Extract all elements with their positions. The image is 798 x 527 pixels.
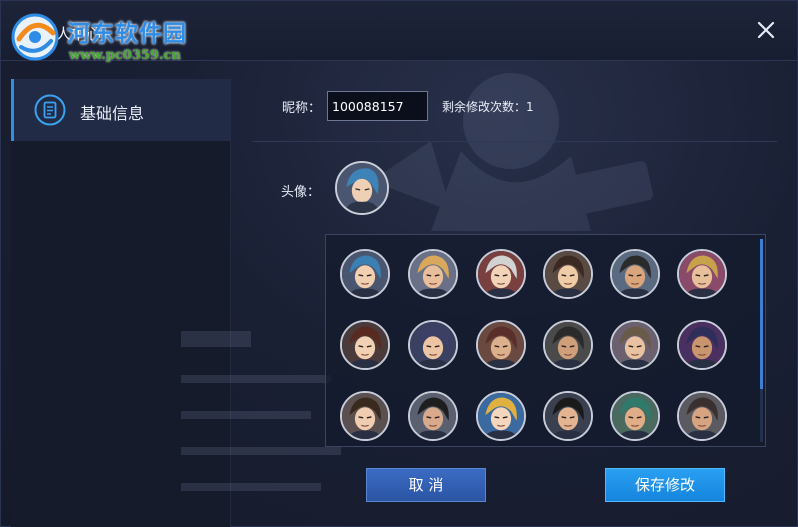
avatar-label: 头像： [281, 185, 321, 200]
avatar-option[interactable] [610, 391, 660, 441]
avatar-portrait [478, 393, 524, 439]
nickname-input[interactable] [327, 91, 428, 121]
sidebar: 基础信息 [11, 79, 231, 527]
nickname-label: 昵称： [282, 101, 322, 116]
avatar-portrait [545, 322, 591, 368]
avatar-portrait [342, 322, 388, 368]
avatar-option[interactable] [677, 320, 727, 370]
avatar-portrait [545, 393, 591, 439]
dialog-title: 个人中心 [41, 25, 102, 43]
avatar-portrait [679, 322, 725, 368]
avatar-option[interactable] [408, 249, 458, 299]
avatar-option[interactable] [408, 320, 458, 370]
avatar-option[interactable] [610, 249, 660, 299]
close-icon[interactable] [755, 19, 777, 41]
remaining-edits-text: 剩余修改次数：1 [442, 100, 534, 114]
current-avatar [335, 161, 389, 215]
avatar-portrait [410, 393, 456, 439]
scrollbar-thumb[interactable] [760, 239, 763, 389]
avatar-option[interactable] [610, 320, 660, 370]
avatar-portrait [612, 322, 658, 368]
avatar-portrait [679, 393, 725, 439]
sidebar-item-basic-info[interactable]: 基础信息 [11, 79, 231, 141]
avatar-option[interactable] [677, 391, 727, 441]
avatar-grid [325, 234, 766, 447]
title-bar: 个人中心 [1, 1, 797, 61]
avatar-portrait [679, 251, 725, 297]
avatar-option[interactable] [543, 320, 593, 370]
avatar-option[interactable] [476, 391, 526, 441]
avatar-option[interactable] [340, 249, 390, 299]
avatar-option[interactable] [677, 249, 727, 299]
save-button[interactable]: 保存修改 [605, 468, 725, 502]
avatar-portrait [342, 251, 388, 297]
avatar-portrait [410, 251, 456, 297]
divider [252, 141, 777, 142]
avatar-option[interactable] [476, 249, 526, 299]
avatar-option[interactable] [543, 391, 593, 441]
avatar-portrait [478, 322, 524, 368]
avatar-option[interactable] [476, 320, 526, 370]
avatar-portrait [612, 393, 658, 439]
avatar-option[interactable] [340, 320, 390, 370]
avatar-option[interactable] [340, 391, 390, 441]
avatar-portrait [545, 251, 591, 297]
avatar-portrait [342, 393, 388, 439]
avatar-portrait [410, 322, 456, 368]
avatar-option[interactable] [408, 391, 458, 441]
avatar-portrait [612, 251, 658, 297]
personal-center-dialog: 个人中心 河东软件园 www.pc0359.cn 基础信息 昵称： 100088… [0, 0, 798, 527]
document-icon [34, 94, 66, 126]
avatar-portrait [478, 251, 524, 297]
sidebar-item-label: 基础信息 [80, 104, 145, 123]
avatar-option[interactable] [543, 249, 593, 299]
cancel-button[interactable]: 取 消 [366, 468, 486, 502]
